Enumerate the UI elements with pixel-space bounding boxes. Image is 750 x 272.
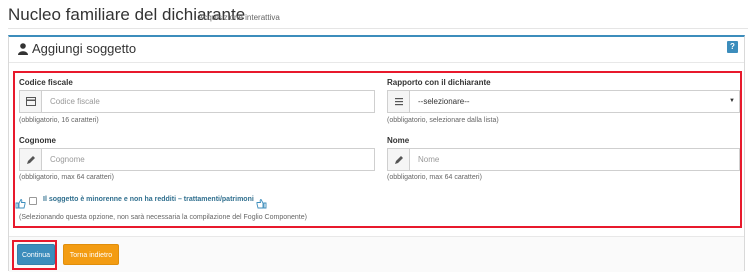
minorenne-label[interactable]: Il soggetto è minorenne e non ha redditi… xyxy=(43,196,254,203)
rapporto-hint: (obbligatorio, selezionare dalla lista) xyxy=(387,117,499,124)
panel-footer: Continua Torna indietro xyxy=(9,236,744,272)
user-icon xyxy=(18,42,28,55)
minorenne-row: Il soggetto è minorenne e non ha redditi… xyxy=(15,196,415,210)
continue-button[interactable]: Continua xyxy=(17,244,55,265)
cognome-label: Cognome xyxy=(19,136,56,145)
nome-label: Nome xyxy=(387,136,410,145)
help-button[interactable]: ? xyxy=(727,41,738,53)
nome-field[interactable]: Nome xyxy=(387,148,740,171)
id-card-icon xyxy=(20,91,42,112)
minorenne-checkbox[interactable] xyxy=(29,197,37,205)
cognome-hint: (obbligatorio, max 64 caratteri) xyxy=(19,174,114,181)
add-subject-panel: Aggiungi soggetto ? Codice fiscale Codic… xyxy=(8,35,745,272)
cognome-placeholder: Cognome xyxy=(50,155,85,164)
thumbs-up-icon xyxy=(256,196,267,209)
nome-placeholder: Nome xyxy=(418,155,440,164)
nome-hint: (obbligatorio, max 64 caratteri) xyxy=(387,174,482,181)
page-header: Nucleo familiare del dichiarante Acquisi… xyxy=(8,3,748,29)
codice-fiscale-field[interactable]: Codice fiscale xyxy=(19,90,375,113)
codice-fiscale-hint: (obbligatorio, 16 caratteri) xyxy=(19,117,99,124)
cognome-field[interactable]: Cognome xyxy=(19,148,375,171)
thumbs-up-icon xyxy=(15,196,26,209)
panel-header: Aggiungi soggetto ? xyxy=(9,37,744,63)
pencil-icon xyxy=(20,149,42,170)
panel-title: Aggiungi soggetto xyxy=(32,41,137,56)
chevron-down-icon: ▼ xyxy=(729,98,735,104)
rapporto-label: Rapporto con il dichiarante xyxy=(387,78,491,87)
codice-fiscale-placeholder: Codice fiscale xyxy=(50,97,100,106)
rapporto-select[interactable]: --selezionare-- ▼ xyxy=(387,90,740,113)
list-icon xyxy=(388,91,410,112)
page-subtitle: Acquisizione interattiva xyxy=(198,13,280,22)
subject-form: Codice fiscale Codice fiscale (obbligato… xyxy=(13,71,742,228)
codice-fiscale-label: Codice fiscale xyxy=(19,78,73,87)
back-button[interactable]: Torna indietro xyxy=(63,244,119,265)
rapporto-selected-value: --selezionare-- xyxy=(418,97,470,106)
minorenne-hint: (Selezionando questa opzione, non sarà n… xyxy=(19,214,307,221)
pencil-icon xyxy=(388,149,410,170)
